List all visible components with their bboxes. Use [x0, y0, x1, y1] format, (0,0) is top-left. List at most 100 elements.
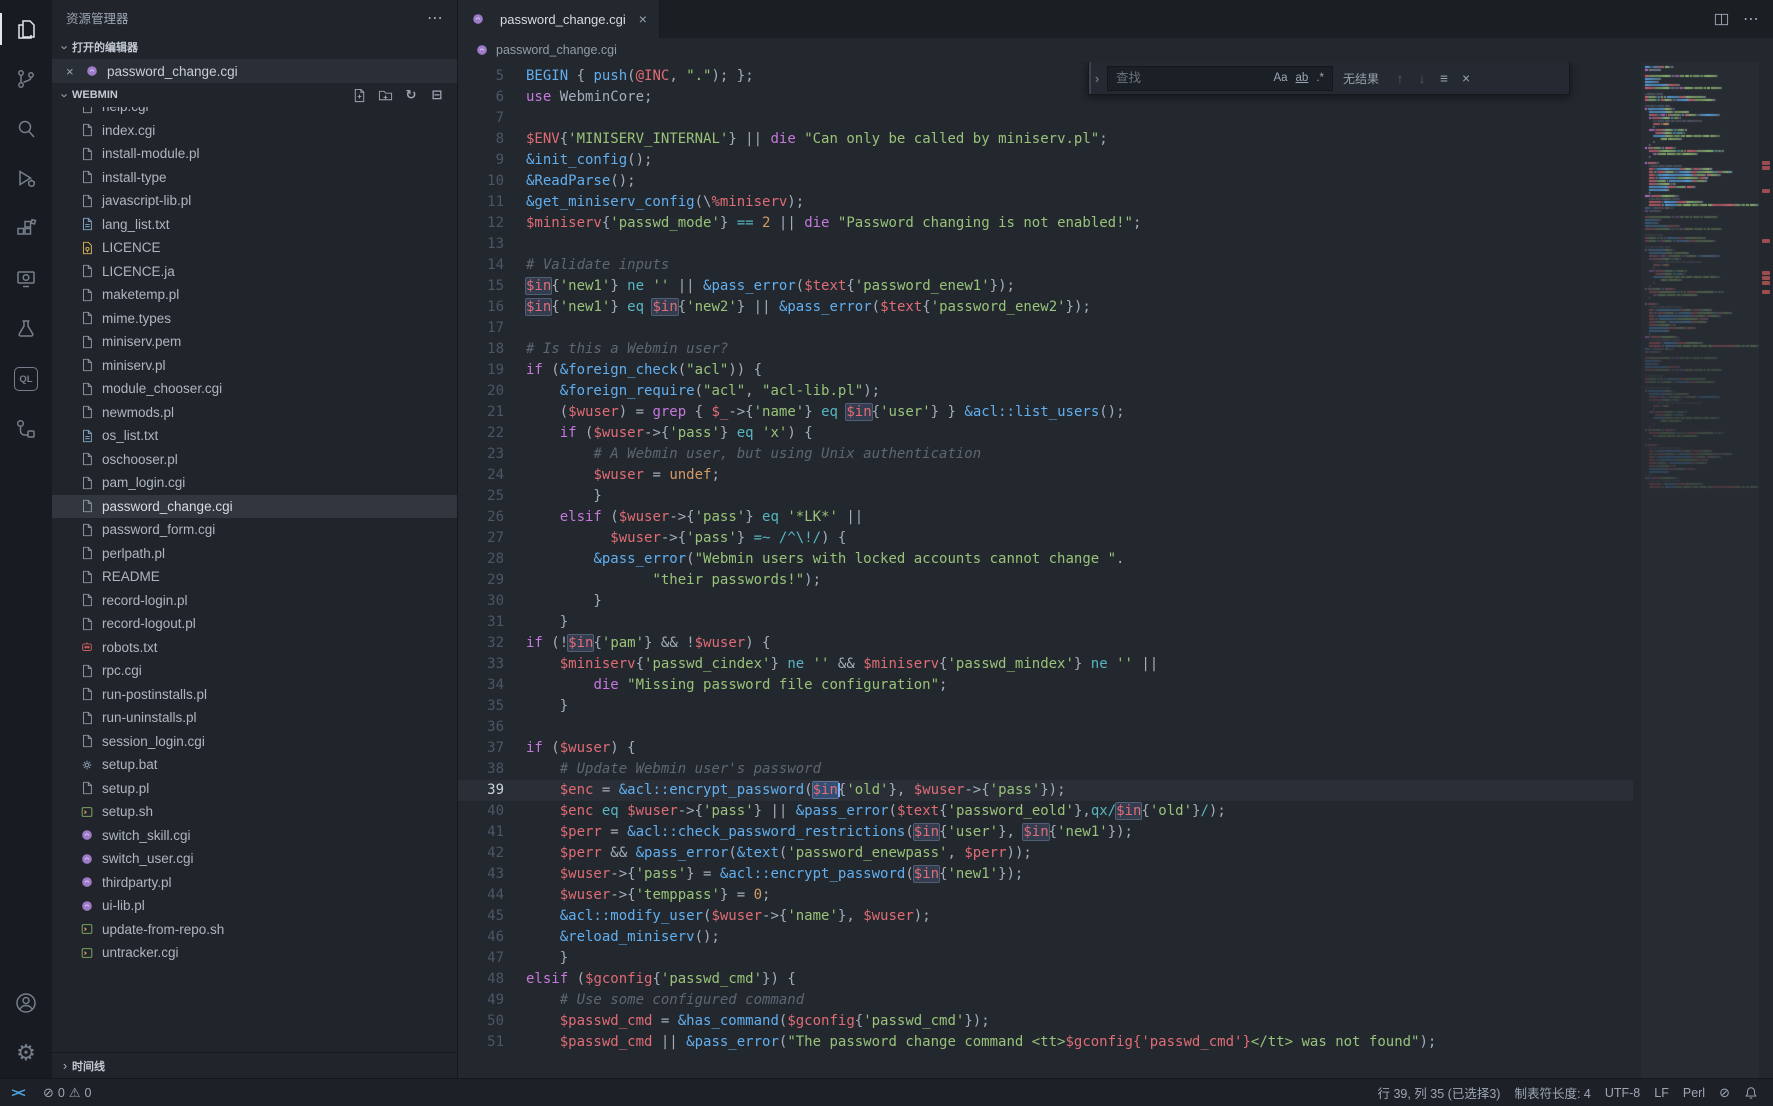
- code-line[interactable]: 25 }: [458, 486, 1633, 507]
- code-editor[interactable]: 5BEGIN { push(@INC, "."); };6use WebminC…: [458, 62, 1773, 1078]
- file-item[interactable]: setup.sh: [52, 800, 457, 824]
- code-line[interactable]: 10&ReadParse();: [458, 171, 1633, 192]
- file-item[interactable]: record-login.pl: [52, 589, 457, 613]
- file-item[interactable]: javascript-lib.pl: [52, 189, 457, 213]
- file-item[interactable]: pam_login.cgi: [52, 471, 457, 495]
- indentation-status[interactable]: 制表符长度: 4: [1507, 1083, 1597, 1102]
- code-line[interactable]: 40 $enc eq $wuser->{'pass'} || &pass_err…: [458, 801, 1633, 822]
- file-item[interactable]: password_form.cgi: [52, 518, 457, 542]
- code-line[interactable]: 47 }: [458, 948, 1633, 969]
- file-item[interactable]: setup.bat: [52, 753, 457, 777]
- regex-button[interactable]: .*: [1312, 70, 1328, 86]
- code-line[interactable]: 14# Validate inputs: [458, 255, 1633, 276]
- close-find-icon[interactable]: ×: [1455, 71, 1477, 86]
- code-line[interactable]: 13: [458, 234, 1633, 255]
- code-line[interactable]: 18# Is this a Webmin user?: [458, 339, 1633, 360]
- open-editors-header[interactable]: › 打开的编辑器: [52, 35, 457, 59]
- code-line[interactable]: 46 &reload_miniserv();: [458, 927, 1633, 948]
- code-line[interactable]: 19if (&foreign_check("acl")) {: [458, 360, 1633, 381]
- code-line[interactable]: 37if ($wuser) {: [458, 738, 1633, 759]
- code-line[interactable]: 23 # A Webmin user, but using Unix authe…: [458, 444, 1633, 465]
- file-item[interactable]: miniserv.pl: [52, 354, 457, 378]
- code-line[interactable]: 42 $perr && &pass_error(&text('password_…: [458, 843, 1633, 864]
- file-item[interactable]: untracker.cgi: [52, 941, 457, 965]
- accounts-icon[interactable]: [0, 978, 52, 1028]
- code-line[interactable]: 44 $wuser->{'temppass'} = 0;: [458, 885, 1633, 906]
- file-item[interactable]: newmods.pl: [52, 401, 457, 425]
- file-item[interactable]: oschooser.pl: [52, 448, 457, 472]
- notifications-bell-icon[interactable]: [1737, 1086, 1765, 1100]
- code-line[interactable]: 41 $perr = &acl::check_password_restrict…: [458, 822, 1633, 843]
- file-item[interactable]: ui-lib.pl: [52, 894, 457, 918]
- cursor-position-status[interactable]: 行 39, 列 35 (已选择3): [1370, 1083, 1507, 1102]
- explorer-icon[interactable]: [0, 4, 52, 54]
- code-line[interactable]: 43 $wuser->{'pass'} = &acl::encrypt_pass…: [458, 864, 1633, 885]
- code-line[interactable]: 24 $wuser = undef;: [458, 465, 1633, 486]
- file-item[interactable]: LICENCE.ja: [52, 260, 457, 284]
- search-icon[interactable]: [0, 104, 52, 154]
- file-item[interactable]: run-uninstalls.pl: [52, 706, 457, 730]
- overview-ruler[interactable]: [1759, 62, 1773, 1078]
- encoding-status[interactable]: UTF-8: [1598, 1086, 1647, 1100]
- timeline-header[interactable]: › 时间线: [52, 1052, 457, 1078]
- file-item[interactable]: mime.types: [52, 307, 457, 331]
- file-item[interactable]: maketemp.pl: [52, 283, 457, 307]
- run-debug-icon[interactable]: [0, 154, 52, 204]
- file-item[interactable]: lang_list.txt: [52, 213, 457, 237]
- code-line[interactable]: 12$miniserv{'passwd_mode'} == 2 || die "…: [458, 213, 1633, 234]
- file-item[interactable]: run-postinstalls.pl: [52, 683, 457, 707]
- file-item[interactable]: install-type: [52, 166, 457, 190]
- code-line[interactable]: 17: [458, 318, 1633, 339]
- code-line[interactable]: 28 &pass_error("Webmin users with locked…: [458, 549, 1633, 570]
- code-line[interactable]: 38 # Update Webmin user's password: [458, 759, 1633, 780]
- folder-section-header[interactable]: › WEBMIN ↻ ⊟: [52, 83, 457, 107]
- split-editor-icon[interactable]: [1714, 12, 1729, 27]
- minimap[interactable]: [1641, 62, 1759, 1078]
- toggle-replace-chevron-icon[interactable]: ›: [1089, 62, 1103, 94]
- source-control-icon[interactable]: [0, 54, 52, 104]
- problems-status[interactable]: ⊘ 0 ⚠ 0: [36, 1079, 98, 1106]
- tab-password-change[interactable]: password_change.cgi ×: [458, 0, 660, 38]
- code-line[interactable]: 9&init_config();: [458, 150, 1633, 171]
- open-editor-item[interactable]: ×password_change.cgi: [52, 59, 457, 83]
- ql-extension-icon[interactable]: QL: [0, 354, 52, 404]
- code-line[interactable]: 21 ($wuser) = grep { $_->{'name'} eq $in…: [458, 402, 1633, 423]
- match-case-button[interactable]: Aa: [1269, 70, 1291, 86]
- code-line[interactable]: 11&get_miniserv_config(\%miniserv);: [458, 192, 1633, 213]
- breadcrumb[interactable]: password_change.cgi: [458, 38, 1773, 62]
- code-line[interactable]: 31 }: [458, 612, 1633, 633]
- new-folder-icon[interactable]: [377, 87, 393, 103]
- previous-match-icon[interactable]: ↑: [1389, 71, 1411, 86]
- close-tab-icon[interactable]: ×: [639, 11, 647, 27]
- file-item[interactable]: session_login.cgi: [52, 730, 457, 754]
- workflow-icon[interactable]: [0, 404, 52, 454]
- file-item[interactable]: module_chooser.cgi: [52, 377, 457, 401]
- code-line[interactable]: 51 $passwd_cmd || &pass_error("The passw…: [458, 1032, 1633, 1053]
- code-line[interactable]: 30 }: [458, 591, 1633, 612]
- file-item[interactable]: thirdparty.pl: [52, 871, 457, 895]
- testing-icon[interactable]: [0, 304, 52, 354]
- file-item[interactable]: robots.txt: [52, 636, 457, 660]
- sidebar-more-actions-icon[interactable]: ⋯: [427, 8, 443, 28]
- file-item[interactable]: miniserv.pem: [52, 330, 457, 354]
- code-line[interactable]: 7: [458, 108, 1633, 129]
- code-line[interactable]: 26 elsif ($wuser->{'pass'} eq '*LK*' ||: [458, 507, 1633, 528]
- code-line[interactable]: 16$in{'new1'} eq $in{'new2'} || &pass_er…: [458, 297, 1633, 318]
- code-line[interactable]: 50 $passwd_cmd = &has_command($gconfig{'…: [458, 1011, 1633, 1032]
- code-line[interactable]: 20 &foreign_require("acl", "acl-lib.pl")…: [458, 381, 1633, 402]
- find-in-selection-icon[interactable]: ≡: [1433, 71, 1455, 86]
- close-editor-icon[interactable]: ×: [66, 64, 84, 79]
- settings-gear-icon[interactable]: ⚙: [0, 1028, 52, 1078]
- code-line[interactable]: 48elsif ($gconfig{'passwd_cmd'}) {: [458, 969, 1633, 990]
- code-line[interactable]: 39 $enc = &acl::encrypt_password($in{'ol…: [458, 780, 1633, 801]
- file-item[interactable]: record-logout.pl: [52, 612, 457, 636]
- collapse-all-icon[interactable]: ⊟: [429, 87, 445, 103]
- next-match-icon[interactable]: ↓: [1411, 71, 1433, 86]
- remote-explorer-icon[interactable]: [0, 254, 52, 304]
- file-item[interactable]: update-from-repo.sh: [52, 918, 457, 942]
- file-item[interactable]: index.cgi: [52, 119, 457, 143]
- code-line[interactable]: 49 # Use some configured command: [458, 990, 1633, 1011]
- file-item[interactable]: switch_skill.cgi: [52, 824, 457, 848]
- code-line[interactable]: 36: [458, 717, 1633, 738]
- file-item[interactable]: README: [52, 565, 457, 589]
